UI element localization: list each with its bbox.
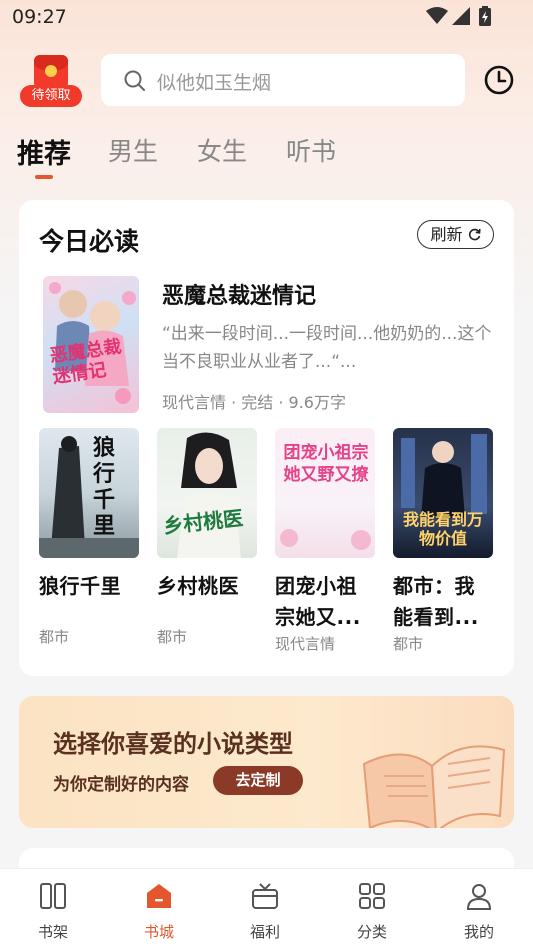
open-book-icon <box>362 745 506 828</box>
category-grid-icon <box>359 883 385 909</box>
featured-book-cover[interactable]: 恶魔总裁迷情记 <box>43 276 139 413</box>
nav-bookstore[interactable]: 书城 <box>106 869 212 948</box>
bookshelf-icon <box>40 883 66 909</box>
cover-illustration <box>177 432 241 558</box>
nav-profile[interactable]: 我的 <box>426 869 532 948</box>
wifi-icon <box>426 7 448 24</box>
refresh-label: 刷新 <box>430 225 463 244</box>
search-bar[interactable]: 似他如玉生烟 <box>101 54 465 106</box>
bottom-navigation: 书架 书城 福利 分类 我的 <box>0 868 533 948</box>
refresh-icon <box>468 228 481 241</box>
tab-audiobooks[interactable]: 听书 <box>286 132 336 168</box>
search-placeholder: 似他如玉生烟 <box>157 72 272 94</box>
book-title: 都市：我能看到... <box>393 574 479 629</box>
banner-subtitle: 为你定制好的内容 <box>53 775 189 795</box>
status-bar: 09:27 <box>0 0 533 34</box>
search-icon <box>124 70 145 91</box>
redpacket-label: 待领取 <box>20 85 82 107</box>
book-category: 都市 <box>39 628 70 646</box>
refresh-button[interactable]: 刷新 <box>417 220 494 249</box>
tab-female[interactable]: 女生 <box>197 132 247 168</box>
genre-preference-banner[interactable]: 选择你喜爱的小说类型 为你定制好的内容 去定制 <box>19 696 514 828</box>
status-time: 09:27 <box>12 6 67 28</box>
book-item[interactable]: 我能看到万物价值 都市：我能看到... 都市 <box>393 428 493 654</box>
featured-book-title[interactable]: 恶魔总裁迷情记 <box>162 278 316 310</box>
banner-heading: 选择你喜爱的小说类型 <box>53 730 293 758</box>
book-category: 都市 <box>393 635 424 653</box>
battery-icon <box>479 6 491 26</box>
book-title: 狼行千里 <box>39 574 121 598</box>
nav-label: 书城 <box>143 923 174 941</box>
book-cover: 乡村桃医 <box>157 428 257 558</box>
book-title: 乡村桃医 <box>157 574 239 598</box>
section-title: 今日必读 <box>39 227 140 256</box>
daily-reads-card: 今日必读 刷新 恶魔总裁迷情记 恶魔总裁迷情记 “出来一段时间...一段时间..… <box>19 200 514 676</box>
profile-icon <box>466 884 492 910</box>
nav-label: 我的 <box>463 923 494 941</box>
book-cover-title: 狼行千里 <box>93 436 116 539</box>
book-item[interactable]: 狼行千里 狼行千里 都市 <box>39 428 139 647</box>
bookstore-icon <box>147 884 171 908</box>
featured-book-description: “出来一段时间...一段时间...他奶奶的...这个当不良职业从业者了...“.… <box>162 324 492 372</box>
history-clock-icon[interactable] <box>483 64 515 96</box>
tab-indicator <box>35 175 53 179</box>
book-category: 都市 <box>157 628 188 646</box>
book-category: 现代言情 <box>275 635 336 653</box>
nav-label: 分类 <box>356 923 387 941</box>
book-cover: 团宠小祖宗她又野又撩 <box>275 428 375 558</box>
book-cover-title: 我能看到万物价值 <box>402 510 483 548</box>
nav-label: 书架 <box>37 923 68 941</box>
nav-welfare[interactable]: 福利 <box>212 869 318 948</box>
nav-bookshelf[interactable]: 书架 <box>0 869 106 948</box>
customize-button[interactable]: 去定制 <box>213 766 303 795</box>
cover-illustration <box>39 436 139 558</box>
book-item[interactable]: 乡村桃医 乡村桃医 都市 <box>157 428 257 647</box>
nav-label: 福利 <box>249 923 280 941</box>
nav-category[interactable]: 分类 <box>319 869 425 948</box>
book-title: 团宠小祖宗她又... <box>275 574 361 629</box>
redpacket-icon <box>34 55 68 89</box>
signal-icon <box>452 7 470 25</box>
book-cover: 狼行千里 <box>39 428 139 558</box>
tab-recommend[interactable]: 推荐 <box>17 132 71 171</box>
book-cover: 我能看到万物价值 <box>393 428 493 558</box>
book-cover-title: 团宠小祖宗她又野又撩 <box>283 443 369 485</box>
featured-book-meta: 现代言情 · 完结 · 9.6万字 <box>162 393 346 412</box>
book-item[interactable]: 团宠小祖宗她又野又撩 团宠小祖宗她又... 现代言情 <box>275 428 375 654</box>
redpacket-button[interactable]: 待领取 <box>20 55 82 107</box>
gift-icon <box>252 883 278 909</box>
tab-male[interactable]: 男生 <box>108 132 158 168</box>
